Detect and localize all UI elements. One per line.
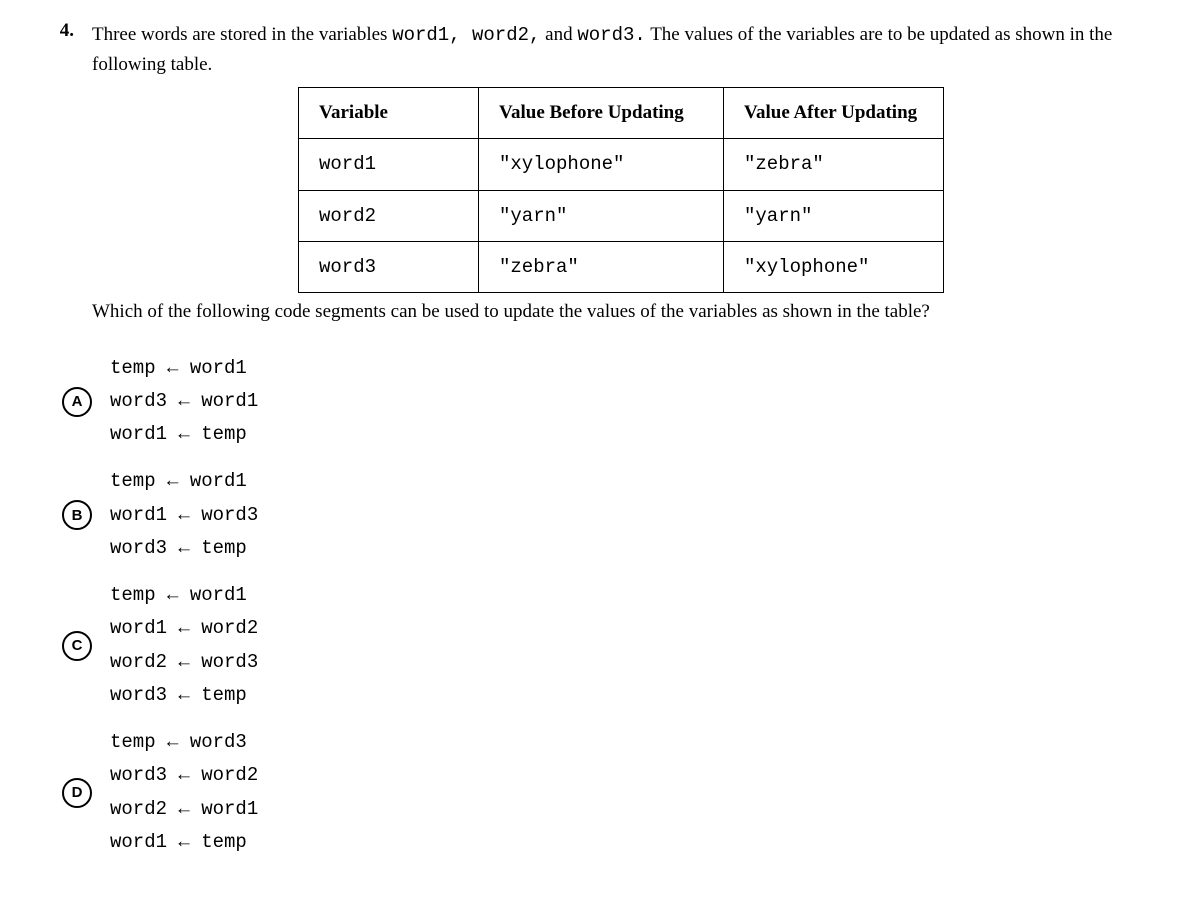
cell-before: "xylophone"	[479, 139, 724, 190]
question-body: Three words are stored in the variables …	[92, 20, 1150, 328]
choice-a[interactable]: A temp ← word1 word3 ← word1 word1 ← tem…	[62, 352, 1150, 452]
stem-text-2: and	[540, 24, 577, 45]
cell-before: "zebra"	[479, 241, 724, 292]
code-line: word1 ← word2	[110, 617, 258, 639]
stem-text-1: Three words are stored in the variables	[92, 24, 392, 45]
stem-code-1: word1, word2,	[392, 24, 540, 46]
question-number: 4.	[50, 20, 74, 42]
table-header-row: Variable Value Before Updating Value Aft…	[299, 87, 944, 138]
choice-letter: C	[62, 631, 92, 661]
choice-d[interactable]: D temp ← word3 word3 ← word2 word2 ← wor…	[62, 726, 1150, 859]
code-line: word2 ← word1	[110, 798, 258, 820]
code-line: temp ← word1	[110, 470, 247, 492]
cell-before: "yarn"	[479, 190, 724, 241]
choice-letter: B	[62, 500, 92, 530]
table-row: word2 "yarn" "yarn"	[299, 190, 944, 241]
cell-after: "yarn"	[724, 190, 944, 241]
code-line: word1 ← word3	[110, 504, 258, 526]
header-after: Value After Updating	[724, 87, 944, 138]
choice-code: temp ← word1 word1 ← word2 word2 ← word3…	[110, 579, 258, 712]
table-container: Variable Value Before Updating Value Aft…	[92, 87, 1150, 294]
answer-choices: A temp ← word1 word3 ← word1 word1 ← tem…	[62, 352, 1150, 860]
table-row: word3 "zebra" "xylophone"	[299, 241, 944, 292]
choice-code: temp ← word1 word1 ← word3 word3 ← temp	[110, 465, 258, 565]
code-line: word1 ← temp	[110, 831, 247, 853]
variables-table: Variable Value Before Updating Value Aft…	[298, 87, 944, 294]
cell-variable: word2	[299, 190, 479, 241]
cell-variable: word1	[299, 139, 479, 190]
code-line: word3 ← word2	[110, 764, 258, 786]
question-block: 4. Three words are stored in the variabl…	[50, 20, 1150, 328]
table-row: word1 "xylophone" "zebra"	[299, 139, 944, 190]
cell-after: "zebra"	[724, 139, 944, 190]
question-followup: Which of the following code segments can…	[92, 297, 1150, 327]
code-line: word1 ← temp	[110, 423, 247, 445]
code-line: word3 ← temp	[110, 684, 247, 706]
choice-c[interactable]: C temp ← word1 word1 ← word2 word2 ← wor…	[62, 579, 1150, 712]
code-line: temp ← word1	[110, 357, 247, 379]
cell-variable: word3	[299, 241, 479, 292]
code-line: word3 ← temp	[110, 537, 247, 559]
choice-letter: D	[62, 778, 92, 808]
choice-code: temp ← word3 word3 ← word2 word2 ← word1…	[110, 726, 258, 859]
code-line: temp ← word1	[110, 584, 247, 606]
code-line: word3 ← word1	[110, 390, 258, 412]
header-variable: Variable	[299, 87, 479, 138]
choice-code: temp ← word1 word3 ← word1 word1 ← temp	[110, 352, 258, 452]
choice-letter: A	[62, 387, 92, 417]
question-stem: Three words are stored in the variables …	[92, 20, 1150, 81]
choice-b[interactable]: B temp ← word1 word1 ← word3 word3 ← tem…	[62, 465, 1150, 565]
code-line: temp ← word3	[110, 731, 247, 753]
cell-after: "xylophone"	[724, 241, 944, 292]
header-before: Value Before Updating	[479, 87, 724, 138]
stem-code-2: word3.	[577, 24, 645, 46]
code-line: word2 ← word3	[110, 651, 258, 673]
